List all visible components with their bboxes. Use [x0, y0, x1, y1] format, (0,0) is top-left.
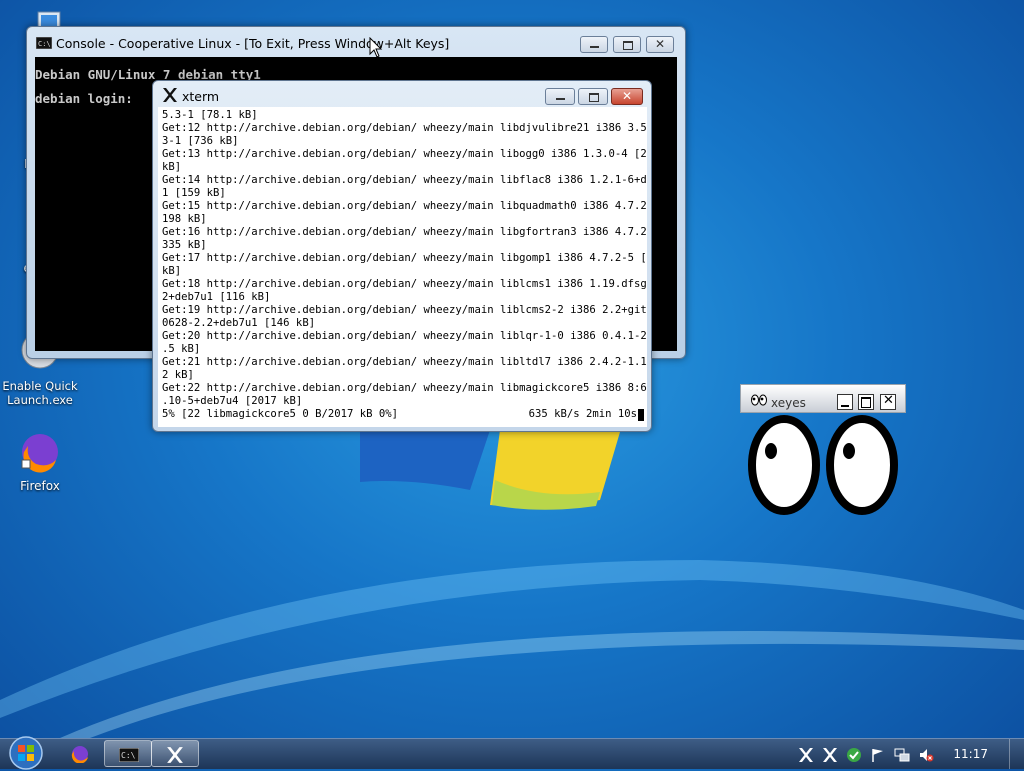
xeyes-title: xeyes — [771, 396, 806, 410]
eyes-icon — [751, 394, 767, 406]
terminal-line: Get:13 http://archive.debian.org/debian/… — [162, 148, 647, 160]
maximize-icon — [861, 397, 871, 408]
console-line: debian login: — [35, 91, 133, 106]
terminal-line: 2 kB] — [162, 369, 194, 381]
taskbar-console-button[interactable]: C:\ — [104, 740, 152, 767]
terminal-line: kB] — [162, 265, 182, 277]
minimize-icon — [556, 98, 565, 100]
xeyes-canvas[interactable] — [748, 414, 900, 516]
tray-x-icon[interactable] — [822, 747, 838, 763]
xeyes-close-button[interactable]: ✕ — [880, 393, 896, 410]
svg-text:C:\: C:\ — [38, 40, 51, 48]
svg-text:C:\: C:\ — [121, 751, 136, 760]
xterm-terminal[interactable]: 5.3-1 [78.1 kB] Get:12 http://archive.de… — [158, 107, 647, 427]
taskbar-clock[interactable]: 11:17 — [953, 747, 988, 761]
console-minimize-button[interactable] — [580, 36, 608, 53]
tray-volume-muted-icon[interactable] — [918, 747, 934, 763]
console-close-button[interactable]: ✕ — [646, 36, 674, 53]
terminal-line: Get:16 http://archive.debian.org/debian/… — [162, 226, 647, 238]
firefox-icon — [71, 746, 88, 763]
terminal-line: 1 [159 kB] — [162, 187, 226, 199]
tray-flag-icon[interactable] — [870, 747, 886, 763]
mouse-cursor — [369, 37, 383, 58]
console-titlebar[interactable]: C:\ Console - Cooperative Linux - [To Ex… — [27, 27, 685, 53]
terminal-status-right: 635 kB/s 2min 10s — [528, 408, 637, 420]
taskbar-firefox-button[interactable] — [56, 740, 104, 767]
close-icon: ✕ — [883, 393, 894, 408]
tray-security-icon[interactable] — [846, 747, 862, 763]
terminal-line: Get:14 http://archive.debian.org/debian/… — [162, 174, 647, 186]
terminal-line: Get:22 http://archive.debian.org/debian/… — [162, 382, 647, 394]
tray-x-icon[interactable] — [798, 747, 814, 763]
terminal-cursor — [638, 409, 644, 421]
close-icon: ✕ — [655, 37, 666, 51]
terminal-line: Get:18 http://archive.debian.org/debian/… — [162, 278, 647, 290]
xterm-minimize-button[interactable] — [545, 88, 575, 105]
xterm-close-button[interactable]: ✕ — [611, 88, 643, 105]
desktop-icon-label: Firefox — [20, 479, 60, 493]
x-logo-icon — [163, 88, 177, 102]
tray-network-icon[interactable] — [894, 747, 910, 763]
taskbar-xterm-button[interactable] — [151, 740, 199, 767]
terminal-line: 0628-2.2+deb7u1 [146 kB] — [162, 317, 316, 329]
console-maximize-button[interactable] — [613, 36, 641, 53]
x-logo-icon — [167, 747, 183, 763]
firefox-icon — [21, 434, 58, 473]
minimize-icon — [841, 405, 849, 407]
terminal-line: Get:21 http://archive.debian.org/debian/… — [162, 356, 647, 368]
terminal-line: 2+deb7u1 [116 kB] — [162, 291, 271, 303]
maximize-icon — [623, 41, 633, 50]
minimize-icon — [590, 46, 599, 48]
xeyes-window[interactable]: xeyes ✕ — [740, 384, 906, 516]
console-icon: C:\ — [119, 748, 139, 762]
xeyes-maximize-button[interactable] — [858, 394, 874, 410]
terminal-line: .5 kB] — [162, 343, 201, 355]
terminal-line: Get:17 http://archive.debian.org/debian/… — [162, 252, 647, 264]
terminal-line: Get:20 http://archive.debian.org/debian/… — [162, 330, 647, 342]
xterm-maximize-button[interactable] — [578, 88, 608, 105]
xeyes-titlebar[interactable]: xeyes ✕ — [740, 384, 906, 413]
terminal-line: Get:12 http://archive.debian.org/debian/… — [162, 122, 647, 134]
terminal-line: Get:15 http://archive.debian.org/debian/… — [162, 200, 647, 212]
maximize-icon — [589, 93, 599, 102]
xeyes-minimize-button[interactable] — [837, 394, 853, 410]
terminal-line: 335 kB] — [162, 239, 207, 251]
terminal-line: 3-1 [736 kB] — [162, 135, 239, 147]
console-title: Console - Cooperative Linux - [To Exit, … — [56, 36, 450, 51]
terminal-line: .10-5+deb7u4 [2017 kB] — [162, 395, 303, 407]
desktop-icon-label: Enable Quick Launch.exe — [2, 379, 78, 407]
xterm-titlebar[interactable]: xterm ✕ — [153, 81, 651, 107]
start-button[interactable] — [6, 735, 46, 771]
xterm-title: xterm — [182, 89, 220, 104]
terminal-line: 5.3-1 [78.1 kB] — [162, 109, 258, 121]
terminal-line: Get:19 http://archive.debian.org/debian/… — [162, 304, 647, 316]
terminal-line: 198 kB] — [162, 213, 207, 225]
taskbar: C:\ 11:17 — [0, 735, 1024, 771]
close-icon: ✕ — [622, 89, 633, 103]
console-app-icon: C:\ — [36, 37, 52, 49]
show-desktop-button[interactable] — [1009, 739, 1024, 769]
xterm-window[interactable]: xterm ✕ 5.3-1 [78.1 kB] Get:12 http://ar… — [152, 80, 652, 432]
desktop-icon-firefox[interactable]: Firefox — [0, 430, 80, 493]
terminal-line: kB] — [162, 161, 182, 173]
terminal-status-left: 5% [22 libmagickcore5 0 B/2017 kB 0%] — [162, 408, 398, 420]
